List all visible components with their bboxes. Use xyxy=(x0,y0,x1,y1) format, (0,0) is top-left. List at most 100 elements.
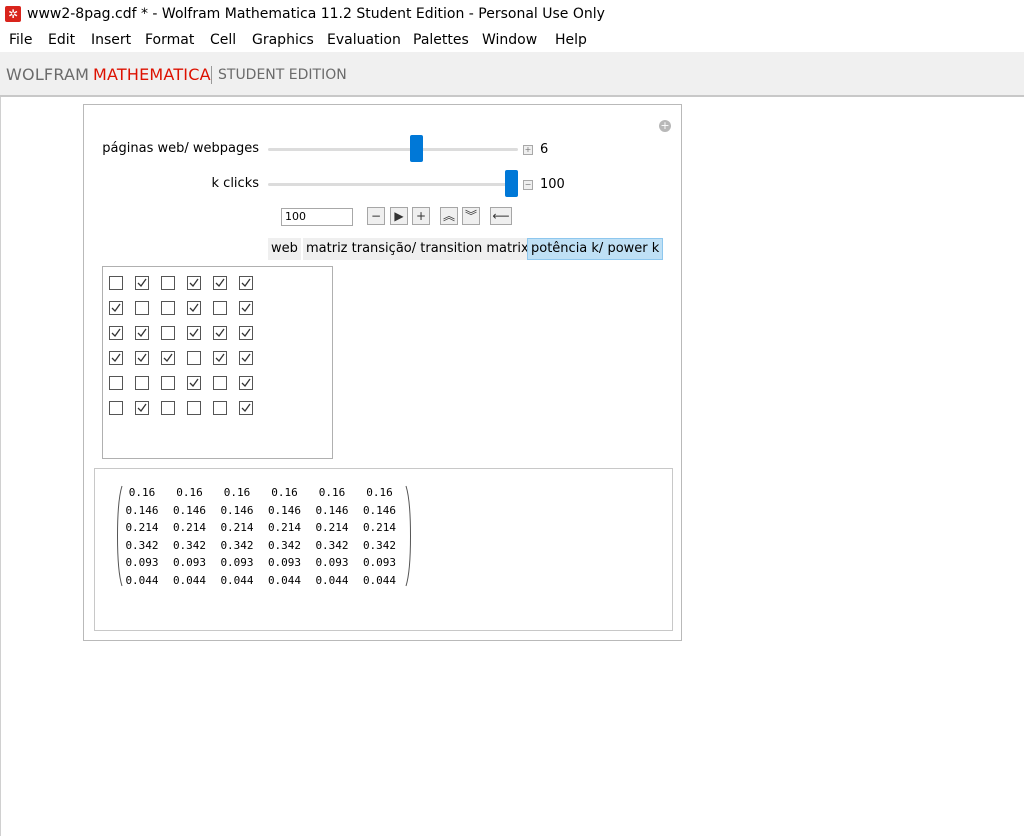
pages-slider-value: 6 xyxy=(540,142,549,157)
adjacency-checkbox[interactable] xyxy=(213,301,227,315)
matrix-cell: 0.342 xyxy=(362,538,397,552)
adjacency-checkbox[interactable] xyxy=(135,376,149,390)
power-matrix: 0.16 0.16 0.16 0.16 0.16 0.16 0.146 0.146 0.146 0… xyxy=(115,485,415,587)
adjacency-checkbox[interactable] xyxy=(213,376,227,390)
adjacency-checkbox-grid xyxy=(102,266,333,459)
matrix-cell: 0.214 xyxy=(172,521,207,534)
checkmark-icon xyxy=(241,378,251,388)
menu-file[interactable]: File xyxy=(9,32,32,48)
clicks-slider-track[interactable] xyxy=(268,183,518,186)
animation-value-input[interactable]: 100 xyxy=(281,208,353,226)
adjacency-checkbox[interactable] xyxy=(187,301,201,315)
matrix-cell: 0.146 xyxy=(267,503,302,517)
matrix-cell: 0.093 xyxy=(125,556,159,569)
adjacency-checkbox[interactable] xyxy=(135,276,149,290)
tab-power-k[interactable]: potência k/ power k xyxy=(527,238,664,260)
pages-slider-expand-icon[interactable]: + xyxy=(523,145,533,155)
matrix-cell: 0.342 xyxy=(172,538,207,552)
matrix-cell: 0.342 xyxy=(315,538,349,552)
menu-cell[interactable]: Cell xyxy=(210,32,236,48)
adjacency-checkbox[interactable] xyxy=(213,326,227,340)
matrix-cell: 0.342 xyxy=(267,538,302,552)
menu-insert[interactable]: Insert xyxy=(91,32,131,48)
checkmark-icon xyxy=(111,303,121,313)
matrix-cell: 0.16 xyxy=(223,486,251,499)
adjacency-checkbox[interactable] xyxy=(109,351,123,365)
tab-web[interactable]: web xyxy=(268,238,301,260)
menu-graphics[interactable]: Graphics xyxy=(252,32,314,48)
adjacency-checkbox[interactable] xyxy=(109,301,123,315)
matrix-cell: 0.044 xyxy=(267,573,302,587)
adjacency-checkbox[interactable] xyxy=(239,276,253,290)
direction-button[interactable]: ⟵ xyxy=(490,207,512,225)
adjacency-checkbox[interactable] xyxy=(135,301,149,315)
matrix-cell: 0.214 xyxy=(362,521,397,534)
matrix-cell: 0.342 xyxy=(220,538,254,552)
matrix-cell: 0.146 xyxy=(125,503,159,517)
adjacency-checkbox[interactable] xyxy=(239,401,253,415)
adjacency-checkbox[interactable] xyxy=(109,401,123,415)
slower-button[interactable]: ︾ xyxy=(462,207,480,225)
matrix-cell: 0.093 xyxy=(362,556,397,569)
adjacency-checkbox[interactable] xyxy=(187,401,201,415)
adjacency-checkbox[interactable] xyxy=(239,301,253,315)
adjacency-checkbox[interactable] xyxy=(187,351,201,365)
adjacency-checkbox[interactable] xyxy=(161,401,175,415)
checkmark-icon xyxy=(163,353,173,363)
title-bar: ✲ www2-8pag.cdf * - Wolfram Mathematica … xyxy=(0,0,1024,29)
adjacency-checkbox[interactable] xyxy=(213,401,227,415)
matrix-cell: 0.044 xyxy=(362,573,397,587)
matrix-cell: 0.214 xyxy=(125,521,159,534)
adjacency-checkbox[interactable] xyxy=(109,276,123,290)
adjacency-checkbox[interactable] xyxy=(135,401,149,415)
adjacency-checkbox[interactable] xyxy=(161,376,175,390)
manipulate-panel: + páginas web/ webpages + 6 k clicks − 1… xyxy=(83,104,682,641)
checkmark-icon xyxy=(189,378,199,388)
menu-format[interactable]: Format xyxy=(145,32,194,48)
adjacency-checkbox[interactable] xyxy=(109,376,123,390)
checkmark-icon xyxy=(241,403,251,413)
clicks-slider-thumb[interactable] xyxy=(505,170,518,197)
matrix-cell: 0.16 xyxy=(318,486,346,499)
adjacency-checkbox[interactable] xyxy=(213,276,227,290)
adjacency-checkbox[interactable] xyxy=(239,326,253,340)
adjacency-checkbox[interactable] xyxy=(109,326,123,340)
adjacency-checkbox[interactable] xyxy=(187,326,201,340)
left-parenthesis xyxy=(117,485,123,587)
matrix-cell: 0.044 xyxy=(125,573,159,587)
brand-bar: WOLFRAM MATHEMATICA STUDENT EDITION xyxy=(0,52,1024,97)
adjacency-checkbox[interactable] xyxy=(161,351,175,365)
increment-button[interactable]: + xyxy=(412,207,430,225)
adjacency-checkbox[interactable] xyxy=(135,351,149,365)
matrix-cell: 0.044 xyxy=(315,573,349,587)
menu-window[interactable]: Window xyxy=(482,32,537,48)
adjacency-checkbox[interactable] xyxy=(161,326,175,340)
adjacency-checkbox[interactable] xyxy=(161,276,175,290)
menu-edit[interactable]: Edit xyxy=(48,32,75,48)
checkmark-icon xyxy=(241,303,251,313)
tab-transition-matrix[interactable]: matriz transição/ transition matrix xyxy=(303,238,532,260)
notebook-left-edge xyxy=(0,97,1,836)
clicks-slider-collapse-icon[interactable]: − xyxy=(523,180,533,190)
pages-slider-thumb[interactable] xyxy=(410,135,424,162)
adjacency-checkbox[interactable] xyxy=(239,376,253,390)
menu-evaluation[interactable]: Evaluation xyxy=(327,32,401,48)
pages-slider-track[interactable] xyxy=(268,148,518,151)
adjacency-checkbox[interactable] xyxy=(161,301,175,315)
adjacency-checkbox[interactable] xyxy=(239,351,253,365)
matrix-cell: 0.16 xyxy=(366,486,393,499)
brand-wolfram: WOLFRAM xyxy=(6,65,90,84)
faster-button[interactable]: ︽ xyxy=(440,207,458,225)
play-button[interactable]: ▶ xyxy=(390,207,408,225)
plus-circle-icon[interactable]: + xyxy=(659,120,671,132)
decrement-button[interactable]: − xyxy=(367,207,385,225)
adjacency-checkbox[interactable] xyxy=(135,326,149,340)
checkmark-icon xyxy=(111,353,121,363)
adjacency-checkbox[interactable] xyxy=(187,376,201,390)
matrix-cell: 0.146 xyxy=(220,503,254,517)
matrix-cell: 0.146 xyxy=(172,503,207,517)
menu-help[interactable]: Help xyxy=(555,32,587,48)
adjacency-checkbox[interactable] xyxy=(187,276,201,290)
adjacency-checkbox[interactable] xyxy=(213,351,227,365)
menu-palettes[interactable]: Palettes xyxy=(413,32,469,48)
